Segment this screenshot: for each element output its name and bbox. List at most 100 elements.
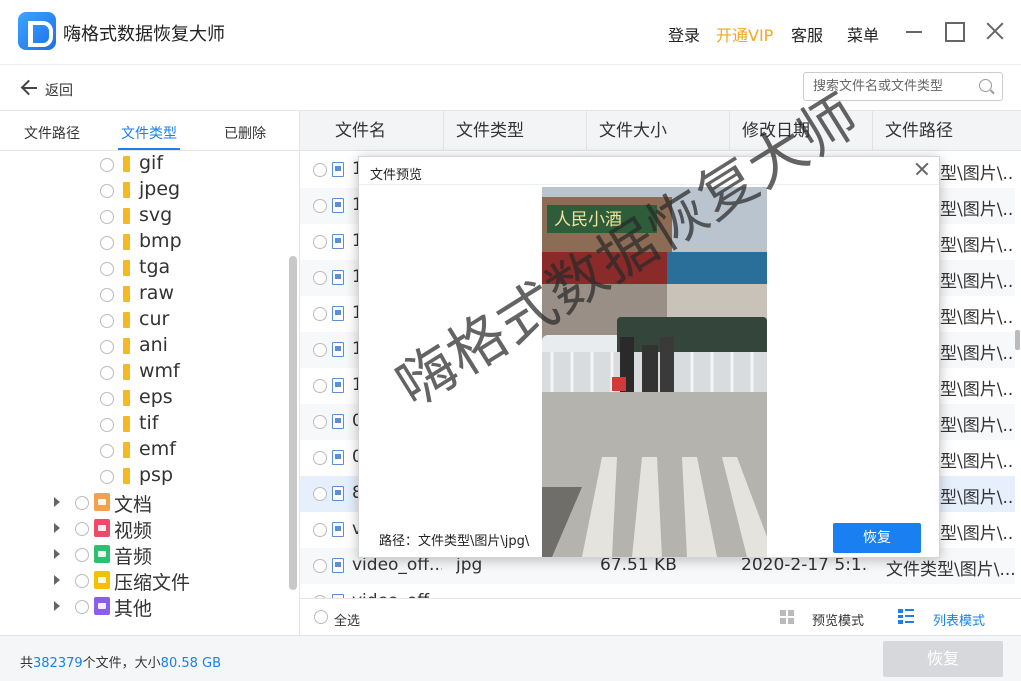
expand-caret-icon[interactable] (54, 575, 60, 585)
list-mode-button[interactable]: 列表模式 (933, 610, 985, 629)
image-file-icon (332, 378, 344, 393)
tree-item-radio[interactable] (100, 366, 114, 380)
nav-bar: 返回 (0, 64, 1021, 111)
row-radio[interactable] (313, 379, 327, 393)
expand-caret-icon[interactable] (54, 549, 60, 559)
tree-item-radio[interactable] (100, 392, 114, 406)
tree-item-label: ani (139, 334, 168, 356)
search-icon[interactable] (979, 79, 992, 92)
row-radio[interactable] (313, 487, 327, 501)
cell-path: 型\图片\... (940, 164, 1015, 184)
search-input[interactable] (804, 73, 964, 100)
column-header-size[interactable]: 文件大小 (587, 111, 730, 151)
tree-category-label: 压缩文件 (114, 572, 191, 594)
tree-item-radio[interactable] (100, 418, 114, 432)
preview-path: 路径：文件类型\图片\jpg\ (379, 534, 530, 549)
image-file-icon (332, 306, 344, 321)
select-all-radio[interactable] (314, 610, 328, 624)
tree-category-label: 其他 (114, 598, 153, 620)
folder-icon (123, 468, 130, 484)
search-box (803, 72, 1003, 101)
cell-path: 型\图片\... (940, 200, 1015, 220)
row-radio[interactable] (313, 559, 327, 573)
tab-file-path[interactable]: 文件路径 (24, 123, 80, 143)
tree-item-label: jpeg (139, 178, 181, 200)
row-radio[interactable] (313, 343, 327, 357)
select-all-label[interactable]: 全选 (334, 610, 360, 629)
tree-item-radio[interactable] (100, 314, 114, 328)
tab-file-type[interactable]: 文件类型 (121, 123, 177, 143)
expand-caret-icon[interactable] (54, 523, 60, 533)
menu-link[interactable]: 菜单 (847, 22, 879, 46)
column-header-name[interactable]: 文件名 (300, 111, 444, 151)
folder-icon (123, 416, 130, 432)
title-bar: 嗨格式数据恢复大师 登录 开通VIP 客服 菜单 (0, 0, 1021, 64)
tree-item-label: tif (139, 412, 159, 434)
tree-item-radio[interactable] (100, 340, 114, 354)
row-radio[interactable] (313, 451, 327, 465)
tree-item-radio[interactable] (100, 236, 114, 250)
tree-item-radio[interactable] (100, 262, 114, 276)
image-file-icon (332, 270, 344, 285)
folder-icon (123, 338, 130, 354)
cell-type: jpg (456, 555, 483, 575)
column-header-date[interactable]: 修改日期 (730, 111, 873, 151)
summary-mid: 个文件，大小 (82, 656, 161, 671)
tree-item-radio[interactable] (100, 210, 114, 224)
column-header-path[interactable]: 文件路径 (873, 111, 1021, 151)
tree-category-label: 视频 (114, 520, 153, 542)
row-radio[interactable] (313, 163, 327, 177)
tree-category-radio[interactable] (75, 496, 89, 510)
preview-mode-button[interactable]: 预览模式 (812, 610, 864, 629)
cell-date: 2020-2-17 5:1... (741, 555, 869, 575)
tree-item-radio[interactable] (100, 184, 114, 198)
tree-item-radio[interactable] (100, 288, 114, 302)
service-link[interactable]: 客服 (791, 22, 823, 46)
tree-item-label: psp (139, 464, 174, 486)
grid-view-icon[interactable] (780, 610, 794, 624)
maximize-icon[interactable] (943, 20, 965, 42)
tree-item-radio[interactable] (100, 444, 114, 458)
preview-dialog: 文件预览 人民小酒 路径：文件类型\图片\jpg\ 恢复 (358, 156, 940, 558)
back-button[interactable]: 返回 (45, 80, 73, 100)
tab-deleted[interactable]: 已删除 (224, 123, 266, 143)
row-radio[interactable] (313, 235, 327, 249)
tree-item-label: tga (139, 256, 171, 278)
tree-item-radio[interactable] (100, 470, 114, 484)
tree-item-label: cur (139, 308, 170, 330)
dialog-close-icon[interactable] (915, 162, 929, 176)
tree-category-radio[interactable] (75, 548, 89, 562)
status-bar: 共382379个文件，大小80.58 GB 恢复 (0, 635, 1021, 681)
column-header-type[interactable]: 文件类型 (444, 111, 587, 151)
tree-item-label: emf (139, 438, 176, 460)
active-tab-indicator (118, 148, 180, 150)
folder-icon (123, 364, 130, 380)
row-radio[interactable] (313, 199, 327, 213)
cell-path: 型\图片\... (940, 452, 1015, 472)
tree-item-label: gif (139, 152, 164, 174)
folder-icon (123, 442, 130, 458)
row-radio[interactable] (313, 523, 327, 537)
dialog-recover-button[interactable]: 恢复 (833, 523, 921, 553)
recover-button[interactable]: 恢复 (883, 641, 1003, 677)
minimize-icon[interactable] (903, 20, 925, 42)
expand-caret-icon[interactable] (54, 601, 60, 611)
table-scrollbar[interactable] (1015, 330, 1020, 350)
close-icon[interactable] (984, 20, 1006, 42)
shop-sign: 人民小酒 (554, 210, 622, 230)
image-file-icon (332, 522, 344, 537)
tree-category-radio[interactable] (75, 600, 89, 614)
expand-caret-icon[interactable] (54, 497, 60, 507)
login-link[interactable]: 登录 (668, 22, 700, 46)
tree-category-radio[interactable] (75, 522, 89, 536)
back-arrow-icon[interactable] (20, 79, 38, 97)
vip-link[interactable]: 开通VIP (716, 22, 773, 46)
tree-category-radio[interactable] (75, 574, 89, 588)
tree-scrollbar[interactable] (289, 256, 297, 590)
folder-icon (123, 260, 130, 276)
row-radio[interactable] (313, 271, 327, 285)
tree-item-radio[interactable] (100, 158, 114, 172)
row-radio[interactable] (313, 307, 327, 321)
row-radio[interactable] (313, 415, 327, 429)
list-view-icon[interactable] (898, 609, 914, 624)
